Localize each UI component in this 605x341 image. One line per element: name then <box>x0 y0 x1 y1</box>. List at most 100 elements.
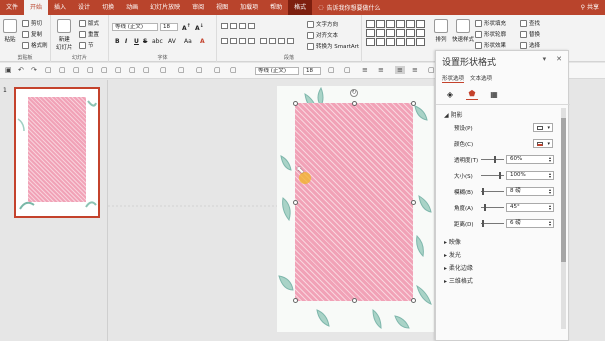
save-icon[interactable]: ▣ <box>5 66 12 74</box>
slide[interactable]: ↻ <box>277 86 434 332</box>
size-properties-icon[interactable]: ▦ <box>488 88 500 100</box>
align-text-button[interactable]: 对齐文本 <box>307 31 338 39</box>
color-dropdown[interactable]: ▾ <box>533 139 553 148</box>
tab-transitions[interactable]: 切换 <box>96 0 120 15</box>
tell-me-box[interactable]: ◌ 告诉我你想要做什么 <box>318 3 380 12</box>
toolbar-icon-15[interactable]: ▢ <box>344 66 351 74</box>
qat-size-combo[interactable]: 18 <box>303 67 321 75</box>
distance-field[interactable]: 6 磅 ▴ ▾ <box>506 219 554 228</box>
blur-field[interactable]: 8 磅 ▴ ▾ <box>506 187 554 196</box>
cut-button[interactable]: 剪切 <box>22 19 42 27</box>
toolbar-icon-6[interactable]: ▢ <box>115 66 122 74</box>
resize-handle-n[interactable] <box>352 101 357 106</box>
size-slider[interactable] <box>481 172 504 179</box>
angle-field[interactable]: 45° ▴ ▾ <box>506 203 554 212</box>
toolbar-icon-3[interactable]: ▢ <box>73 66 80 74</box>
toolbar-icon-1[interactable]: ▢ <box>45 66 52 74</box>
pane-scrollbar[interactable] <box>561 108 566 329</box>
tab-view[interactable]: 视图 <box>210 0 234 15</box>
toolbar-icon-19[interactable]: ≡ <box>412 66 418 74</box>
paragraph-buttons-row1[interactable] <box>221 23 255 29</box>
distance-slider[interactable] <box>481 220 504 227</box>
text-shadow-button[interactable]: abc <box>152 38 163 45</box>
tab-home[interactable]: 开始 <box>24 0 49 15</box>
find-button[interactable]: 查找 <box>520 19 540 27</box>
font-size-combo[interactable]: 18 <box>160 23 178 31</box>
toolbar-icon-5[interactable]: ▢ <box>101 66 108 74</box>
resize-handle-ne[interactable] <box>411 101 416 106</box>
tab-format[interactable]: 格式 <box>288 0 313 15</box>
paste-button[interactable]: 粘贴 <box>3 19 17 43</box>
tab-help[interactable]: 帮助 <box>264 0 288 15</box>
layout-button[interactable]: 版式 <box>79 19 99 27</box>
resize-handle-se[interactable] <box>411 298 416 303</box>
resize-handle-e[interactable] <box>411 200 416 205</box>
toolbar-icon-13[interactable]: ▢ <box>230 66 237 74</box>
alignment-buttons[interactable] <box>260 38 294 44</box>
3d-format-section[interactable]: ▸ 三维格式 <box>444 276 473 285</box>
toolbar-icon-16[interactable]: ≡ <box>362 66 368 74</box>
resize-handle-nw[interactable] <box>293 101 298 106</box>
tab-text-options[interactable]: 文本选项 <box>470 74 492 83</box>
format-painter-button[interactable]: 格式刷 <box>22 41 48 49</box>
replace-button[interactable]: 替换 <box>520 30 540 38</box>
toolbar-icon-11[interactable]: ▢ <box>196 66 203 74</box>
shapes-gallery[interactable] <box>366 20 425 46</box>
pane-scrollbar-thumb[interactable] <box>561 118 566 262</box>
size-field[interactable]: 100% ▴ ▾ <box>506 171 554 180</box>
slide-thumbnail-1[interactable] <box>14 87 100 218</box>
smartart-button[interactable]: 转换为 SmartArt <box>307 42 359 50</box>
rotate-handle-icon[interactable]: ↻ <box>350 89 358 97</box>
toolbar-icon-7[interactable]: ▢ <box>129 66 136 74</box>
underline-button[interactable]: U <box>134 38 139 45</box>
tab-review[interactable]: 审阅 <box>186 0 210 15</box>
effects-icon[interactable]: ⬟ <box>466 88 478 100</box>
shape-fill-button[interactable]: 形状填充 <box>475 19 506 27</box>
transparency-field[interactable]: 60% ▴ ▾ <box>506 155 554 164</box>
toolbar-icon-2[interactable]: ▢ <box>59 66 66 74</box>
shape-outline-button[interactable]: 形状轮廓 <box>475 30 506 38</box>
resize-handle-sw[interactable] <box>293 298 298 303</box>
preset-dropdown[interactable]: ▾ <box>533 123 553 132</box>
angle-slider[interactable] <box>481 204 504 211</box>
shrink-font-button[interactable]: A↓ <box>195 23 204 32</box>
select-button[interactable]: 选择 <box>520 41 540 49</box>
resize-handle-w[interactable] <box>293 200 298 205</box>
font-name-combo[interactable]: 等线 (正文) <box>112 23 158 31</box>
bold-button[interactable]: B <box>115 38 120 45</box>
reflection-section[interactable]: ▸ 映像 <box>444 237 461 246</box>
blur-slider[interactable] <box>481 188 504 195</box>
text-direction-button[interactable]: 文字方向 <box>307 20 338 28</box>
change-case-button[interactable]: Aa <box>184 38 192 45</box>
redo-icon[interactable]: ↷ <box>31 66 37 74</box>
shadow-section-header[interactable]: ◢ 阴影 <box>444 110 463 119</box>
toolbar-icon-8[interactable]: ▢ <box>143 66 150 74</box>
soft-edges-section[interactable]: ▸ 柔化边缘 <box>444 263 473 272</box>
copy-button[interactable]: 复制 <box>22 30 42 38</box>
tab-design[interactable]: 设计 <box>72 0 96 15</box>
toolbar-icon-12[interactable]: ▢ <box>214 66 221 74</box>
chevron-down-icon[interactable]: ▾ <box>543 55 547 63</box>
arrange-button[interactable]: 排列 <box>434 19 448 43</box>
selected-pink-rectangle[interactable] <box>295 103 413 301</box>
tab-addins[interactable]: 加载项 <box>234 0 264 15</box>
tab-file[interactable]: 文件 <box>0 0 24 15</box>
strikethrough-button[interactable]: S <box>143 38 147 45</box>
toolbar-icon-10[interactable]: ▢ <box>178 66 185 74</box>
toolbar-icon-18[interactable]: ≡ <box>395 66 405 74</box>
fill-line-icon[interactable]: ◈ <box>444 88 456 100</box>
toolbar-icon-4[interactable]: ▢ <box>87 66 94 74</box>
reset-button[interactable]: 重置 <box>79 30 99 38</box>
close-icon[interactable]: ✕ <box>556 55 562 63</box>
shape-effects-button[interactable]: 形状效果 <box>475 41 506 49</box>
toolbar-icon-9[interactable]: ▢ <box>160 66 167 74</box>
tab-slideshow[interactable]: 幻灯片放映 <box>144 0 186 15</box>
italic-button[interactable]: I <box>125 38 127 45</box>
char-spacing-button[interactable]: AV <box>168 38 176 45</box>
tab-shape-options[interactable]: 形状选项 <box>442 74 465 83</box>
glow-section[interactable]: ▸ 发光 <box>444 250 461 259</box>
tab-animations[interactable]: 动画 <box>120 0 144 15</box>
tab-insert[interactable]: 插入 <box>48 0 72 15</box>
grow-font-button[interactable]: A↑ <box>182 23 191 32</box>
toolbar-icon-14[interactable]: ▢ <box>328 66 335 74</box>
